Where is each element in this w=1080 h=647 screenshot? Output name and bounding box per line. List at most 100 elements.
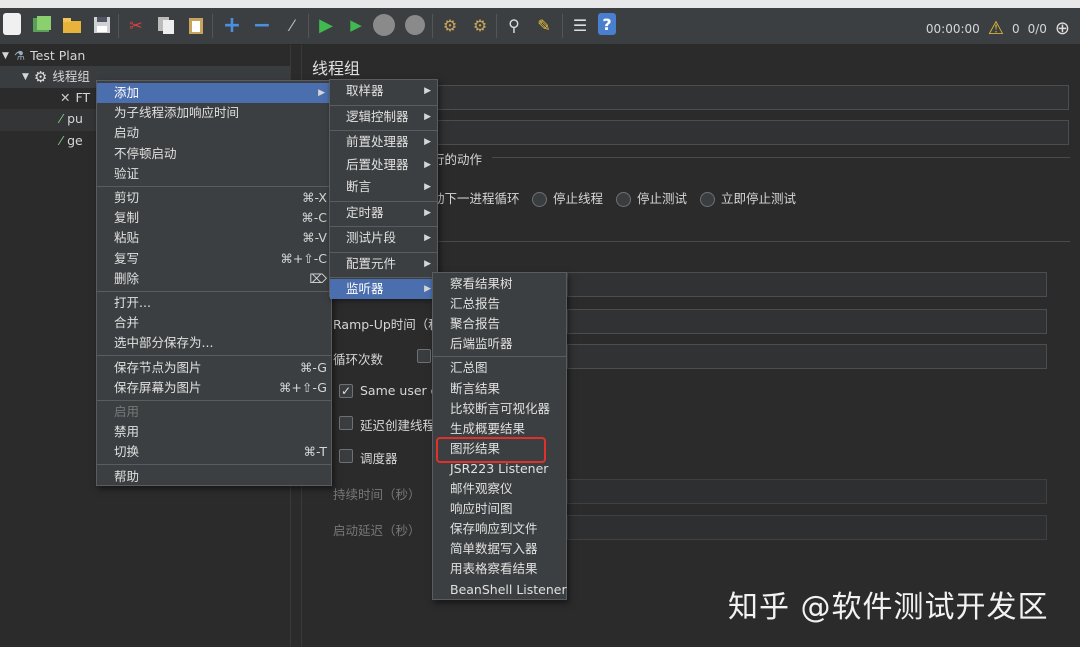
menu-item[interactable]: 简单数据写入器 (433, 539, 566, 559)
menu-item-label: 不停顿启动 (114, 145, 177, 161)
tree-node-child[interactable]: ⁄ ge (60, 131, 83, 151)
menu-item-label: 添加 (114, 85, 140, 100)
templates-icon[interactable] (30, 13, 54, 37)
duration-field[interactable] (567, 479, 1047, 504)
clear-all-icon[interactable]: ⚙ (468, 13, 492, 37)
radio-next-loop[interactable]: 动下一进程循环 (432, 188, 520, 207)
menu-item[interactable]: 生成概要结果 (433, 419, 566, 439)
menu-item[interactable]: 保存节点为图片 ⌘-G (97, 358, 331, 378)
menu-item[interactable]: 定时器 ▶ (330, 203, 437, 223)
submenu-arrow-icon: ▶ (424, 86, 431, 96)
menu-item[interactable]: 比较断言可视化器 (433, 399, 566, 419)
start-no-pause-icon[interactable]: ▶ (344, 13, 368, 37)
tree-node-child[interactable]: ✕ FT (60, 88, 90, 108)
menu-item[interactable]: 后置处理器 ▶ (330, 155, 437, 175)
tree-node-child[interactable]: ⁄ pu (60, 109, 83, 129)
search-icon[interactable]: ⚲ (502, 13, 526, 37)
toggle-icon[interactable]: ⁄ (280, 13, 304, 37)
menu-item[interactable]: 合并 (97, 313, 331, 333)
context-menu: 添加 ▶ 为子线程添加响应时间 启动不停顿启动验证剪切 ⌘-X 复制 ⌘-C 粘贴 ⌘-V 复写 ⌘… (96, 80, 332, 486)
startup-delay-field[interactable] (567, 515, 1047, 540)
menu-item[interactable]: 保存屏幕为图片 ⌘+⇧-G (97, 378, 331, 398)
tree-node-label: pu (67, 111, 83, 126)
menu-item[interactable]: 配置元件 ▶ (330, 254, 437, 274)
menu-item[interactable]: 禁用 (97, 422, 331, 442)
threads-field[interactable] (567, 272, 1047, 297)
shutdown-icon[interactable] (403, 13, 427, 37)
menu-item[interactable]: 察看结果树 (433, 274, 566, 294)
menu-item[interactable]: 不停顿启动 (97, 144, 331, 164)
globe-icon[interactable]: ⊕ (1055, 18, 1070, 39)
same-user-checkbox[interactable]: ✓ (339, 384, 353, 398)
menu-item[interactable]: 逻辑控制器 ▶ (330, 107, 437, 127)
start-icon[interactable]: ▶ (314, 13, 338, 37)
menu-item[interactable]: 保存响应到文件 (433, 519, 566, 539)
menu-item[interactable]: 测试片段 ▶ (330, 228, 437, 248)
menu-item[interactable]: 汇总图 (433, 358, 566, 378)
menu-item[interactable]: 响应时间图 (433, 499, 566, 519)
rampup-field[interactable] (567, 309, 1047, 334)
save-icon[interactable] (90, 13, 114, 37)
open-icon[interactable] (60, 13, 84, 37)
shortcut-label: ⌦ (309, 270, 327, 286)
menu-item[interactable]: 断言结果 (433, 379, 566, 399)
collapse-icon[interactable]: − (250, 13, 274, 38)
delay-create-label: 延迟创建线程 (360, 418, 436, 433)
menu-item[interactable]: 监听器 ▶ (330, 279, 437, 299)
menu-item[interactable]: 启动 (97, 123, 331, 143)
menu-item[interactable]: 为子线程添加响应时间 (97, 103, 331, 123)
radio-button[interactable] (616, 192, 631, 207)
submenu-arrow-icon: ▶ (424, 284, 431, 294)
menu-item[interactable]: 邮件观察仪 (433, 479, 566, 499)
new-icon[interactable] (3, 13, 21, 35)
menu-item[interactable]: 取样器 ▶ (330, 81, 437, 101)
radio-stop-thread[interactable]: 停止线程 (532, 188, 603, 207)
menu-item[interactable]: 剪切 ⌘-X (97, 188, 331, 208)
radio-stop-test[interactable]: 停止测试 (616, 188, 687, 207)
menu-item[interactable]: 后端监听器 (433, 334, 566, 354)
menu-item[interactable]: 复写 ⌘+⇧-C (97, 249, 331, 269)
radio-stop-test-now[interactable]: 立即停止测试 (700, 188, 796, 207)
warning-icon[interactable]: ⚠ (988, 18, 1004, 39)
menu-item-label: 前置处理器 (346, 134, 409, 149)
clear-icon[interactable]: ⚙ (438, 13, 462, 37)
reset-search-icon[interactable]: ✎ (532, 13, 556, 37)
radio-button[interactable] (700, 192, 715, 207)
menu-item[interactable]: 用表格察看结果 (433, 559, 566, 579)
loop-field[interactable] (567, 344, 1047, 369)
collapse-arrow-icon[interactable]: ▼ (2, 46, 9, 66)
menu-item[interactable]: 删除 ⌦ (97, 269, 331, 289)
cut-icon[interactable]: ✂ (124, 13, 148, 37)
menu-separator (330, 200, 437, 202)
function-helper-icon[interactable]: ☰ (568, 13, 592, 37)
add-submenu: 取样器 ▶ 逻辑控制器 ▶ 前置处理器 ▶ 后置处理器 ▶ 断言 ▶ 定时器 ▶ 测试片段 ▶ 配置元件 ▶ 监… (329, 79, 438, 299)
tree-node-thread-group[interactable]: ▼ ⚙ 线程组 (22, 67, 90, 87)
paste-icon[interactable] (184, 13, 208, 37)
menu-item[interactable]: 帮助 (97, 467, 331, 487)
menu-item[interactable]: 选中部分保存为... (97, 333, 331, 353)
menu-item[interactable]: 聚合报告 (433, 314, 566, 334)
menu-item-label: 简单数据写入器 (450, 541, 538, 557)
menu-item[interactable]: 粘贴 ⌘-V (97, 228, 331, 248)
menu-item[interactable]: 复制 ⌘-C (97, 208, 331, 228)
menu-item[interactable]: 添加 ▶ (97, 83, 331, 103)
radio-button[interactable] (532, 192, 547, 207)
collapse-arrow-icon[interactable]: ▼ (22, 67, 29, 87)
help-icon[interactable]: ? (598, 13, 616, 35)
menu-item[interactable]: 断言 ▶ (330, 177, 437, 197)
menu-item-label: 测试片段 (346, 230, 397, 245)
menu-item[interactable]: 汇总报告 (433, 294, 566, 314)
scheduler-checkbox[interactable] (339, 449, 353, 463)
menu-item[interactable]: 打开... (97, 293, 331, 313)
delay-create-checkbox[interactable] (339, 416, 353, 430)
menu-item[interactable]: 验证 (97, 164, 331, 184)
menu-item[interactable]: BeanShell Listener (433, 580, 567, 600)
menu-item-label: 用表格察看结果 (450, 561, 538, 577)
tree-node-test-plan[interactable]: ▼ ⚗ Test Plan (2, 46, 85, 66)
loop-forever-checkbox[interactable] (417, 349, 431, 363)
expand-icon[interactable]: + (220, 13, 244, 38)
copy-icon[interactable] (154, 13, 178, 37)
menu-item[interactable]: 前置处理器 ▶ (330, 132, 437, 152)
menu-item[interactable]: 切换 ⌘-T (97, 442, 331, 462)
stop-icon[interactable] (372, 13, 396, 37)
